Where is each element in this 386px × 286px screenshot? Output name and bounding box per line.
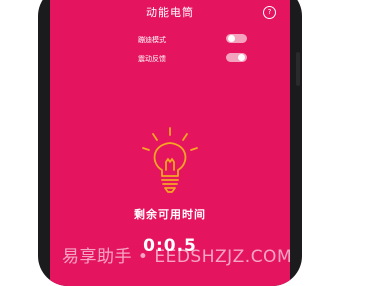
remaining-time-label: 剩余可用时间	[134, 208, 206, 221]
lightbulb-icon[interactable]	[138, 126, 202, 196]
disco-mode-label: 蹦迪模式	[138, 36, 166, 44]
vibration-feedback-label: 震动反馈	[138, 55, 166, 63]
toggle-knob	[228, 35, 235, 42]
page-title: 动能电筒	[146, 6, 194, 19]
disco-mode-toggle[interactable]	[226, 34, 247, 43]
phone-frame: 动能电筒 ? 蹦迪模式 震动反馈 剩余可用时间 0:0.5	[38, 0, 302, 286]
app-screen: 动能电筒 ? 蹦迪模式 震动反馈 剩余可用时间 0:0.5	[50, 0, 290, 286]
help-button[interactable]: ?	[263, 6, 276, 19]
question-circle-icon: ?	[267, 8, 272, 16]
vibration-feedback-toggle[interactable]	[226, 53, 247, 62]
toggle-knob	[238, 54, 245, 61]
phone-side-button	[296, 52, 300, 86]
remaining-time-value: 0:0.5	[143, 236, 197, 256]
